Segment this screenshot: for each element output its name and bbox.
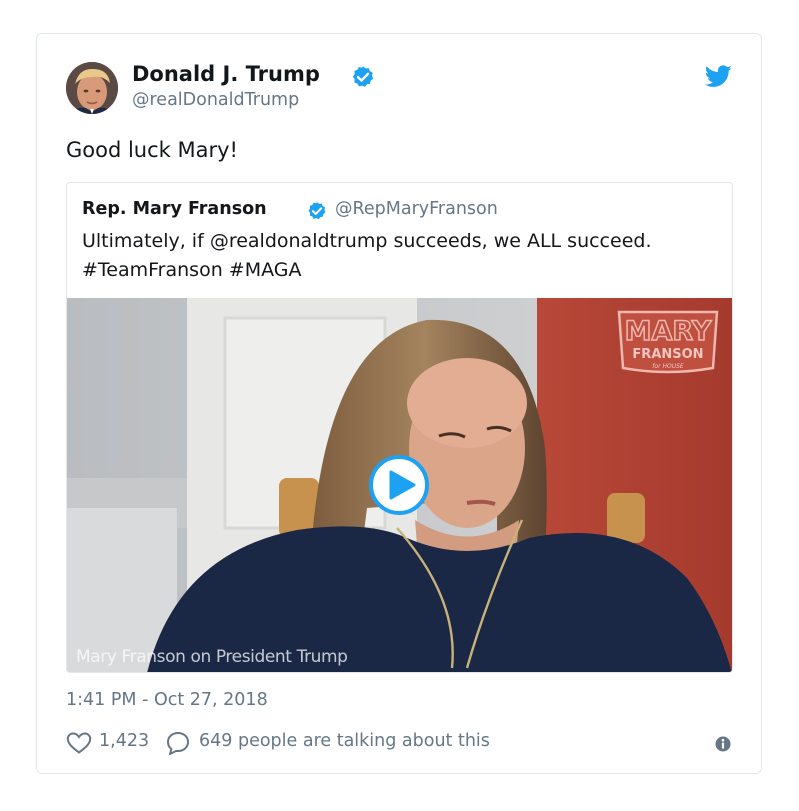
quoted-display-name[interactable]: Rep. Mary Franson: [82, 199, 267, 219]
verified-badge-icon: [308, 202, 326, 220]
play-icon: [389, 470, 416, 500]
conversation-count: 649 people are talking about this: [199, 731, 490, 751]
quoted-text-line-1: Ultimately, if @realdonaldtrump succeeds…: [82, 230, 652, 252]
verified-badge-icon: [352, 66, 374, 87]
campaign-logo: MARY FRANSON for HOUSE: [617, 310, 719, 374]
display-name[interactable]: Donald J. Trump: [132, 62, 320, 86]
campaign-logo-line-2: FRANSON: [632, 347, 703, 362]
campaign-logo-line-3: for HOUSE: [652, 363, 684, 370]
like-count: 1,423: [99, 731, 150, 751]
avatar[interactable]: [66, 62, 118, 114]
play-button[interactable]: [369, 455, 429, 515]
speech-bubble-icon: [167, 732, 189, 755]
campaign-logo-line-1: MARY: [625, 316, 712, 347]
quoted-text-line-2: #TeamFranson #MAGA: [82, 259, 302, 281]
timestamp[interactable]: 1:41 PM - Oct 27, 2018: [66, 690, 268, 710]
twitter-bird-icon[interactable]: [705, 65, 732, 88]
avatar-image: [66, 62, 118, 114]
screen-name[interactable]: @realDonaldTrump: [132, 90, 299, 110]
heart-icon: [66, 732, 92, 754]
quoted-tweet[interactable]: Rep. Mary Franson @RepMaryFranson Ultima…: [66, 182, 733, 673]
info-icon[interactable]: [715, 736, 731, 752]
video-player[interactable]: MARY FRANSON for HOUSE Mary Franson on P…: [67, 298, 732, 672]
video-caption: Mary Franson on President Trump: [76, 647, 348, 667]
tweet-text: Good luck Mary!: [66, 138, 238, 162]
quoted-screen-name[interactable]: @RepMaryFranson: [335, 199, 498, 219]
